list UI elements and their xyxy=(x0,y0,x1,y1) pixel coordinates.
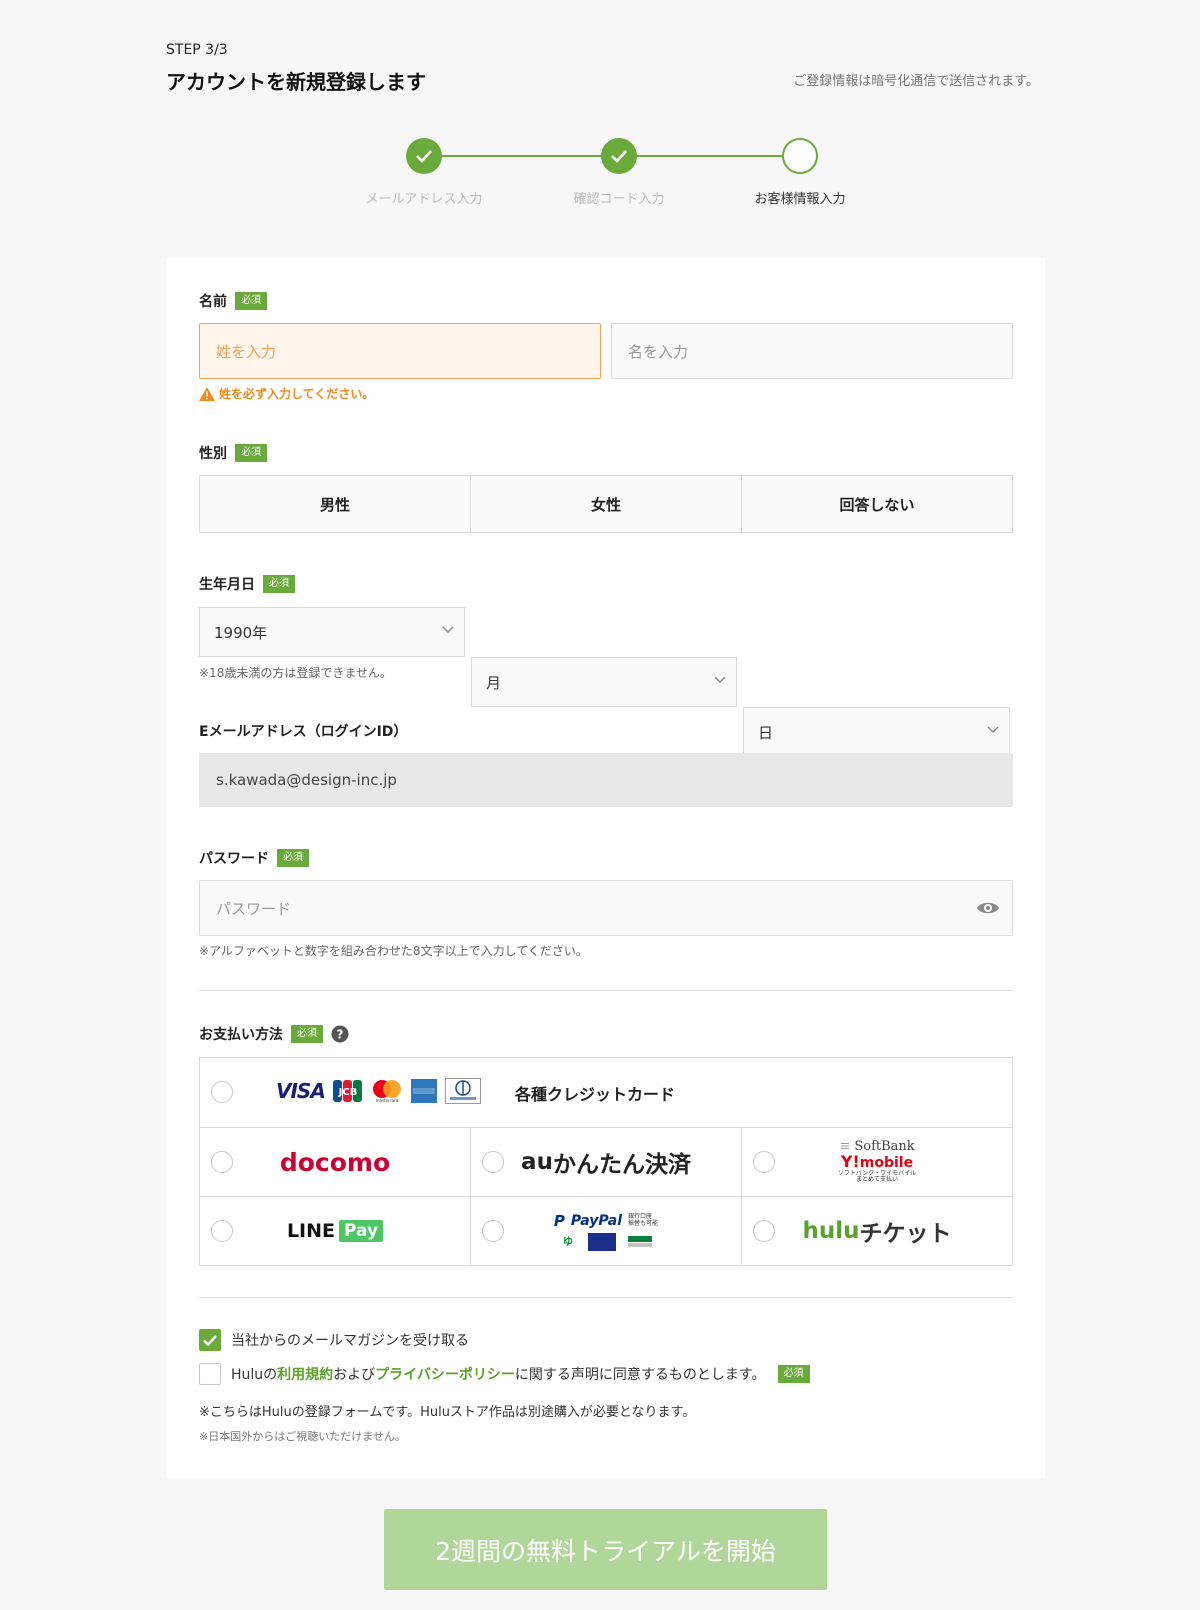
email-value: s.kawada@design-inc.jp xyxy=(216,771,397,789)
jcb-logo: JCB xyxy=(332,1080,362,1102)
check-icon xyxy=(203,1334,217,1346)
progress-stepper: メールアドレス入力 確認コード入力 お客様情報入力 xyxy=(0,0,1200,210)
smbc-bank-logo xyxy=(626,1234,654,1249)
japan-post-bank-logo: ゆ xyxy=(558,1233,578,1250)
check-icon xyxy=(611,150,627,163)
gender-option-male[interactable]: 男性 xyxy=(200,476,470,532)
email-label: Eメールアドレス（ログインID） xyxy=(199,724,408,740)
payment-row: LINE Pay P PayPal 銀行口座 振替も可能 ゆ hulu チケット xyxy=(200,1196,1012,1265)
registration-form-card: 名前 必須 姓を入力 名を入力 姓を必ず入力してください。 性別 必須 男性 女… xyxy=(166,258,1045,1478)
newsletter-label: 当社からのメールマガジンを受け取る xyxy=(231,1333,469,1349)
payment-option-line-pay[interactable]: LINE Pay xyxy=(200,1197,470,1265)
terms-row: Huluの利用規約およびプライバシーポリシーに関する声明に同意するものとします。… xyxy=(199,1363,810,1385)
payment-label: お支払い方法 必須 ? xyxy=(199,1024,349,1044)
payment-option-softbank[interactable]: ≡ SoftBank Y!mobile ソフトバンク・ワイモバイル まとめて支払… xyxy=(741,1128,1012,1196)
check-icon xyxy=(416,150,432,163)
payment-option-credit-card[interactable]: VISA JCB mastercard 各種クレジットカード xyxy=(200,1058,1012,1127)
chevron-down-icon xyxy=(987,726,999,733)
password-label: パスワード 必須 xyxy=(199,848,309,868)
step-current-circle xyxy=(782,138,818,174)
birth-year-select[interactable]: 1990年 xyxy=(199,607,465,657)
terms-label: Huluの利用規約およびプライバシーポリシーに関する声明に同意するものとします。 xyxy=(231,1367,766,1383)
step-complete-circle xyxy=(406,138,442,174)
birth-day-select[interactable]: 日 xyxy=(743,707,1010,757)
card-brand-logos: VISA JCB mastercard xyxy=(276,1078,481,1104)
step-label-current: お客様情報入力 xyxy=(754,192,846,207)
step-label: 確認コード入力 xyxy=(573,192,665,207)
svg-text:mastercard: mastercard xyxy=(375,1098,398,1103)
section-divider xyxy=(199,1297,1013,1298)
payment-method-grid: VISA JCB mastercard 各種クレジットカード docomo au… xyxy=(199,1057,1013,1266)
first-name-input[interactable]: 名を入力 xyxy=(611,323,1013,379)
line-pay-logo: LINE Pay xyxy=(200,1197,470,1265)
password-placeholder: パスワード xyxy=(216,899,292,918)
last-name-input[interactable]: 姓を入力 xyxy=(199,323,601,379)
required-badge: 必須 xyxy=(235,444,267,462)
form-note: ※こちらはHuluの登録フォームです。Huluストア作品は別途購入が必要となりま… xyxy=(199,1405,696,1420)
birth-day-value: 日 xyxy=(758,723,774,742)
required-badge: 必須 xyxy=(263,575,295,593)
softbank-ymobile-logo: ≡ SoftBank Y!mobile ソフトバンク・ワイモバイル まとめて支払… xyxy=(837,1139,917,1184)
name-label: 名前 必須 xyxy=(199,291,267,311)
docomo-logo: docomo xyxy=(279,1147,391,1177)
chevron-down-icon xyxy=(714,676,726,683)
help-icon[interactable]: ? xyxy=(331,1025,349,1043)
newsletter-row: 当社からのメールマガジンを受け取る xyxy=(199,1329,469,1351)
gender-label: 性別 必須 xyxy=(199,443,267,463)
stepper-connector xyxy=(637,155,782,157)
svg-text:?: ? xyxy=(337,1028,344,1042)
birth-month-select[interactable]: 月 xyxy=(471,657,737,707)
terms-checkbox[interactable] xyxy=(199,1363,221,1385)
email-field: s.kawada@design-inc.jp xyxy=(199,753,1013,807)
visa-logo: VISA xyxy=(276,1079,326,1103)
diners-club-logo xyxy=(444,1078,481,1104)
hulu-ticket-logo: hulu チケット xyxy=(802,1218,952,1247)
birth-month-value: 月 xyxy=(486,673,502,692)
payment-option-paypal[interactable]: P PayPal 銀行口座 振替も可能 ゆ xyxy=(470,1197,741,1265)
svg-text:ゆ: ゆ xyxy=(563,1236,573,1248)
payment-option-hulu-ticket[interactable]: hulu チケット xyxy=(741,1197,1012,1265)
password-input[interactable]: パスワード xyxy=(199,880,1013,936)
terms-of-use-link[interactable]: 利用規約 xyxy=(277,1367,333,1383)
first-name-placeholder: 名を入力 xyxy=(628,342,689,361)
warning-icon xyxy=(199,386,215,401)
start-trial-button[interactable]: 2週間の無料トライアルを開始 xyxy=(384,1509,827,1590)
region-note: ※日本国外からはご視聴いただけません。 xyxy=(199,1430,406,1443)
gender-option-no-answer[interactable]: 回答しない xyxy=(741,476,1012,532)
credit-card-label: 各種クレジットカード xyxy=(515,1085,676,1104)
payment-option-au[interactable]: au かんたん決済 xyxy=(470,1128,741,1196)
au-logo: au かんたん決済 xyxy=(521,1149,691,1178)
name-error: 姓を必ず入力してください。 xyxy=(199,385,374,402)
birth-year-value: 1990年 xyxy=(214,623,268,642)
mizuho-bank-logo xyxy=(588,1232,616,1251)
required-badge: 必須 xyxy=(291,1025,323,1043)
payment-row: VISA JCB mastercard 各種クレジットカード xyxy=(200,1058,1012,1127)
chevron-down-icon xyxy=(442,626,454,633)
gender-option-female[interactable]: 女性 xyxy=(470,476,741,532)
required-badge: 必須 xyxy=(277,849,309,867)
gender-selector: 男性 女性 回答しない xyxy=(199,475,1013,533)
age-note: ※18歳未満の方は登録できません。 xyxy=(199,666,392,680)
birthday-label: 生年月日 必須 xyxy=(199,574,295,594)
svg-text:JCB: JCB xyxy=(337,1087,357,1098)
payment-row: docomo au かんたん決済 ≡ SoftBank Y!mobile ソフトバ… xyxy=(200,1127,1012,1196)
payment-option-docomo[interactable]: docomo xyxy=(200,1128,470,1196)
stepper-connector xyxy=(442,155,602,157)
password-note: ※アルファベットと数字を組み合わせた8文字以上で入力してください。 xyxy=(199,944,588,958)
section-divider xyxy=(199,990,1013,991)
privacy-policy-link[interactable]: プライバシーポリシー xyxy=(375,1367,515,1383)
step-complete-circle xyxy=(601,138,637,174)
newsletter-checkbox[interactable] xyxy=(199,1329,221,1351)
paypal-bank-logo: P PayPal 銀行口座 振替も可能 ゆ xyxy=(471,1197,741,1265)
required-badge: 必須 xyxy=(777,1365,810,1383)
mastercard-logo: mastercard xyxy=(372,1080,401,1103)
show-password-eye-icon[interactable] xyxy=(976,899,1000,917)
paypal-p-icon: P xyxy=(553,1211,565,1230)
last-name-placeholder: 姓を入力 xyxy=(216,342,277,361)
required-badge: 必須 xyxy=(235,292,267,310)
payment-radio[interactable] xyxy=(211,1081,233,1103)
amex-logo xyxy=(410,1079,437,1103)
step-label: メールアドレス入力 xyxy=(365,192,483,207)
